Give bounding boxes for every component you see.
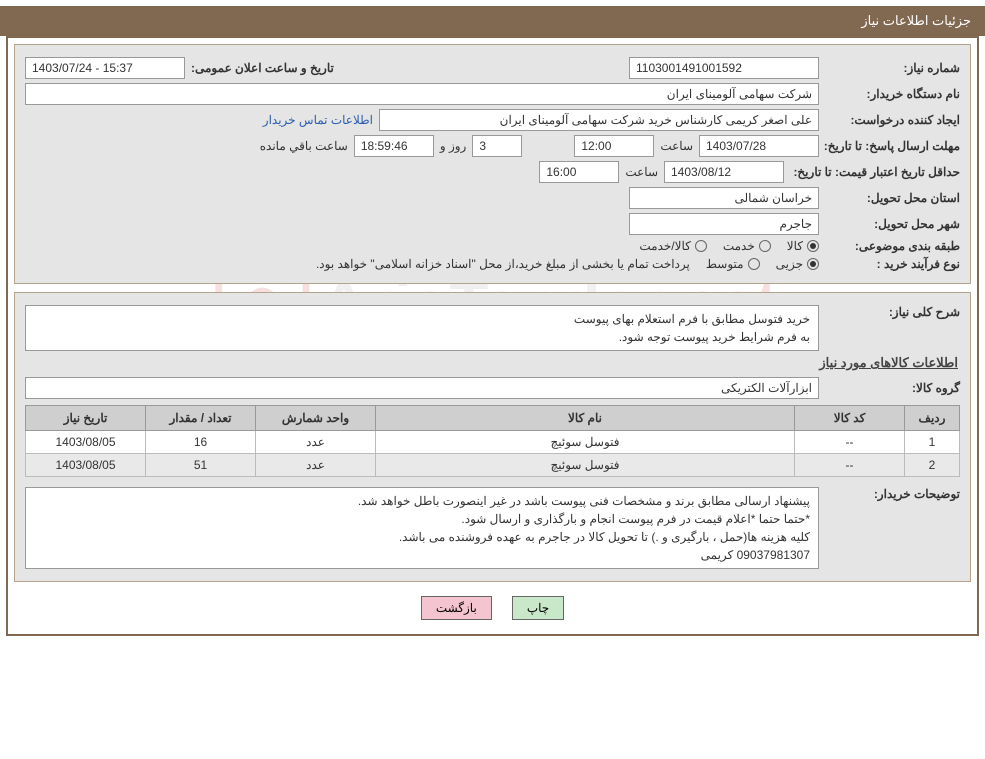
- label-goods-group: گروه کالا:: [825, 381, 960, 395]
- value-days: 3: [472, 135, 522, 157]
- general-desc-line-2: به فرم شرایط خرید پیوست توجه شود.: [34, 328, 810, 346]
- table-row: 2 -- فتوسل سوئیچ عدد 51 1403/08/05: [26, 454, 960, 477]
- label-need-no: شماره نیاز:: [825, 61, 960, 75]
- label-time-left: ساعت باقي مانده: [260, 139, 348, 153]
- main-container: شماره نیاز: 1103001491001592 تاریخ و ساع…: [6, 36, 979, 636]
- value-requester: علی اصغر کریمی کارشناس خرید شرکت سهامی آ…: [379, 109, 819, 131]
- buyer-notes-line-4: 09037981307 کریمی: [34, 546, 810, 564]
- radio-medium[interactable]: متوسط: [706, 257, 760, 271]
- details-panel: شرح کلی نیاز: خرید فتوسل مطابق با فرم اس…: [14, 292, 971, 582]
- print-button[interactable]: چاپ: [512, 596, 564, 620]
- cell-idx: 1: [905, 431, 960, 454]
- th-row: ردیف: [905, 406, 960, 431]
- value-goods-group: ابزارآلات الکتریکی: [25, 377, 819, 399]
- cell-code: --: [795, 454, 905, 477]
- value-reply-date: 1403/07/28: [699, 135, 819, 157]
- value-province: خراسان شمالی: [629, 187, 819, 209]
- label-announce: تاریخ و ساعت اعلان عمومی:: [191, 61, 334, 75]
- label-days-and: روز و: [440, 139, 467, 153]
- cell-qty: 16: [146, 431, 256, 454]
- cell-unit: عدد: [256, 454, 376, 477]
- value-city: جاجرم: [629, 213, 819, 235]
- table-row: 1 -- فتوسل سوئیچ عدد 16 1403/08/05: [26, 431, 960, 454]
- label-price-validity: حداقل تاریخ اعتبار قیمت: تا تاریخ:: [790, 165, 960, 179]
- payment-note: پرداخت تمام یا بخشی از مبلغ خرید،از محل …: [316, 257, 690, 271]
- label-reply-deadline: مهلت ارسال پاسخ: تا تاریخ:: [825, 139, 960, 153]
- cell-date: 1403/08/05: [26, 454, 146, 477]
- radio-goods[interactable]: کالا: [787, 239, 819, 253]
- th-code: کد کالا: [795, 406, 905, 431]
- radio-service[interactable]: خدمت: [723, 239, 771, 253]
- cell-unit: عدد: [256, 431, 376, 454]
- cell-qty: 51: [146, 454, 256, 477]
- cell-code: --: [795, 431, 905, 454]
- cell-idx: 2: [905, 454, 960, 477]
- buyer-notes-line-3: کلیه هزینه ها(حمل ، بارگیری و .) تا تحوی…: [34, 528, 810, 546]
- label-hour-2: ساعت: [625, 165, 658, 179]
- value-buyer-org: شرکت سهامی آلومینای ایران: [25, 83, 819, 105]
- value-price-date: 1403/08/12: [664, 161, 784, 183]
- th-qty: تعداد / مقدار: [146, 406, 256, 431]
- items-heading: اطلاعات کالاهای مورد نیاز: [27, 355, 958, 371]
- back-button[interactable]: بازگشت: [421, 596, 492, 620]
- radio-goods-label: کالا: [787, 239, 803, 253]
- header-panel: شماره نیاز: 1103001491001592 تاریخ و ساع…: [14, 44, 971, 284]
- value-need-no: 1103001491001592: [629, 57, 819, 79]
- cell-date: 1403/08/05: [26, 431, 146, 454]
- label-purchase-type: نوع فرآیند خرید :: [825, 257, 960, 271]
- value-general-desc: خرید فتوسل مطابق با فرم استعلام بهای پیو…: [25, 305, 819, 351]
- label-general-desc: شرح کلی نیاز:: [825, 305, 960, 319]
- label-subject-class: طبقه بندی موضوعی:: [825, 239, 960, 253]
- cell-name: فتوسل سوئیچ: [376, 454, 795, 477]
- value-price-time: 16:00: [539, 161, 619, 183]
- buyer-notes-line-2: *حتما حتما *اعلام قیمت در فرم پیوست انجا…: [34, 510, 810, 528]
- buyer-notes-line-1: پیشنهاد ارسالی مطابق برند و مشخصات فنی پ…: [34, 492, 810, 510]
- title-bar: جزئیات اطلاعات نیاز: [0, 6, 985, 36]
- cell-name: فتوسل سوئیچ: [376, 431, 795, 454]
- label-buyer-notes: توضیحات خریدار:: [825, 487, 960, 501]
- label-city: شهر محل تحویل:: [825, 217, 960, 231]
- items-table: ردیف کد کالا نام کالا واحد شمارش تعداد /…: [25, 405, 960, 477]
- label-requester: ایجاد کننده درخواست:: [825, 113, 960, 127]
- radio-goods-service[interactable]: کالا/خدمت: [639, 239, 706, 253]
- radio-partial-label: جزیی: [776, 257, 803, 271]
- radio-partial[interactable]: جزیی: [776, 257, 819, 271]
- label-province: استان محل تحویل:: [825, 191, 960, 205]
- radio-goods-service-label: کالا/خدمت: [639, 239, 690, 253]
- th-date: تاریخ نیاز: [26, 406, 146, 431]
- radio-service-label: خدمت: [723, 239, 755, 253]
- value-buyer-notes: پیشنهاد ارسالی مطابق برند و مشخصات فنی پ…: [25, 487, 819, 569]
- label-hour-1: ساعت: [660, 139, 693, 153]
- value-announce: 1403/07/24 - 15:37: [25, 57, 185, 79]
- radio-medium-label: متوسط: [706, 257, 744, 271]
- general-desc-line-1: خرید فتوسل مطابق با فرم استعلام بهای پیو…: [34, 310, 810, 328]
- link-buyer-contact[interactable]: اطلاعات تماس خریدار: [263, 113, 373, 127]
- label-buyer-org: نام دستگاه خریدار:: [825, 87, 960, 101]
- th-name: نام کالا: [376, 406, 795, 431]
- value-reply-time: 12:00: [574, 135, 654, 157]
- th-unit: واحد شمارش: [256, 406, 376, 431]
- value-remaining: 18:59:46: [354, 135, 434, 157]
